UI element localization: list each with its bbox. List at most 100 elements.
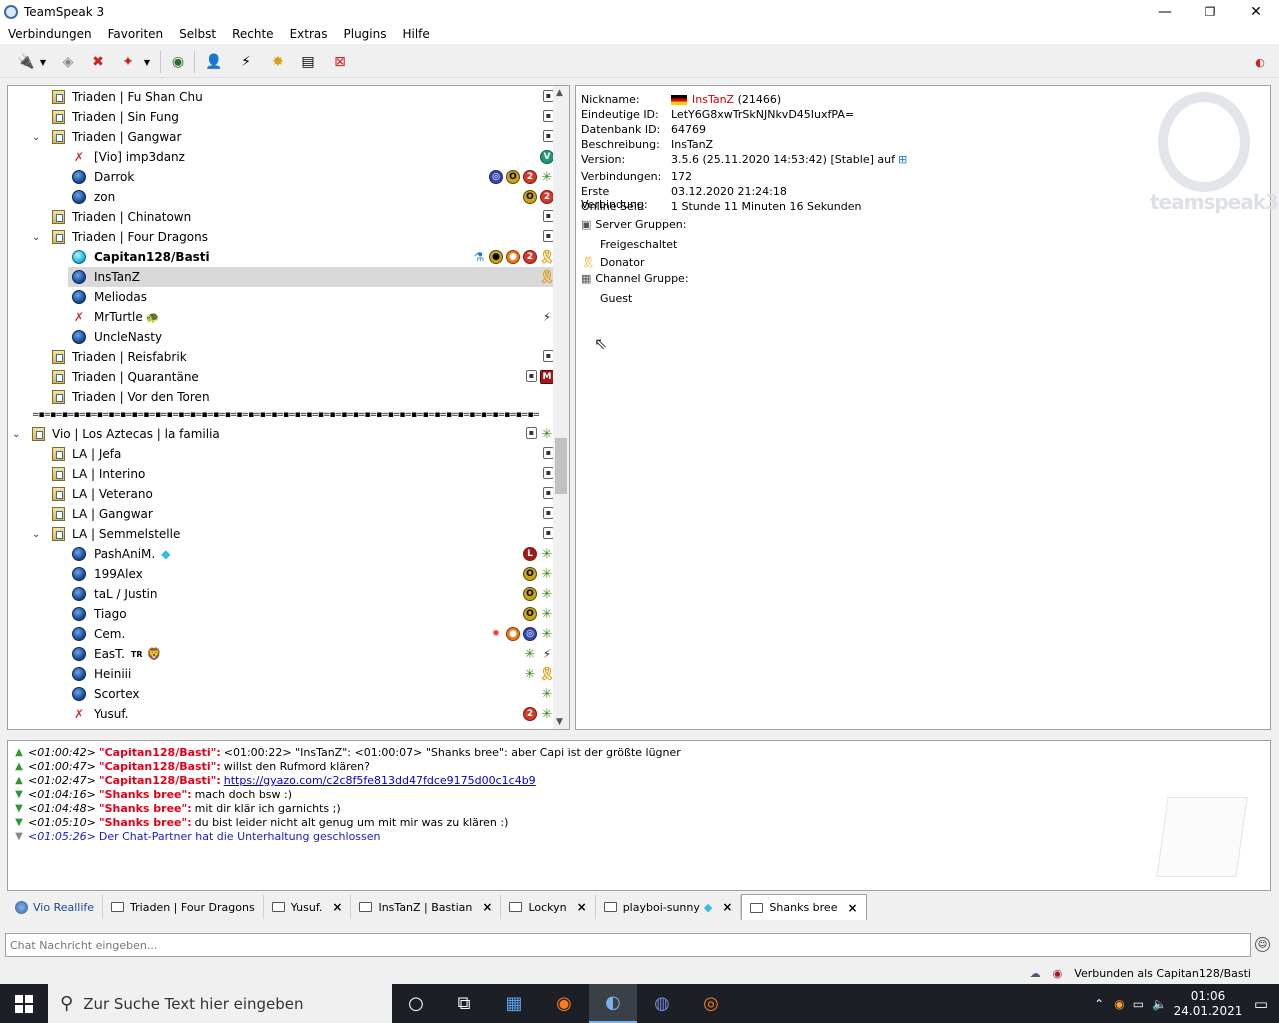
tab-private[interactable]: Lockyn ×: [501, 895, 596, 919]
close-tab-icon[interactable]: ×: [577, 900, 587, 914]
tab-vio-reallife[interactable]: Vio Reallife: [7, 895, 104, 919]
menu-rechte[interactable]: Rechte: [224, 27, 281, 41]
chat-nick[interactable]: "Shanks bree":: [99, 788, 192, 801]
store-icon[interactable]: ▦: [490, 984, 538, 1023]
menu-selbst[interactable]: Selbst: [171, 27, 224, 41]
connect-dropdown-icon[interactable]: ▼: [36, 50, 50, 74]
channel-row[interactable]: Triaden | Reisfabrik ▪: [52, 347, 554, 367]
client-row[interactable]: Scortex ✳: [72, 684, 554, 704]
channel-row[interactable]: LA | Veterano ▪: [52, 484, 554, 504]
tab-private-active[interactable]: Shanks bree ×: [741, 894, 867, 920]
menu-hilfe[interactable]: Hilfe: [394, 27, 437, 41]
emoji-icon[interactable]: ☺: [1255, 937, 1270, 952]
tray-app-icon[interactable]: ◉: [1114, 997, 1124, 1011]
channel-row[interactable]: ⌄ LA | Semmelstelle ▪: [32, 524, 554, 544]
volume-icon[interactable]: 🔈: [1152, 997, 1167, 1011]
client-row[interactable]: Heiniii ✳ 🎗: [72, 664, 555, 684]
client-row[interactable]: UncleNasty: [72, 327, 554, 347]
close-tab-icon[interactable]: ×: [332, 900, 342, 914]
client-row[interactable]: Capitan128/Basti ⚗ ● ● 2 🎗: [72, 247, 555, 267]
camera-app-icon[interactable]: ◎: [687, 984, 735, 1023]
client-row[interactable]: Tiago O ✳: [72, 604, 554, 624]
client-row[interactable]: taL / Justin O ✳: [72, 584, 554, 604]
client-row-selected[interactable]: InsTanZ 🎗: [68, 267, 555, 287]
client-row[interactable]: zon O2: [72, 187, 554, 207]
disconnect-icon[interactable]: ✖: [86, 50, 110, 74]
whisper-icon[interactable]: ⚡: [234, 50, 258, 74]
client-row[interactable]: Meliodas: [72, 287, 554, 307]
contacts-icon[interactable]: 👤: [202, 50, 226, 74]
discord-icon[interactable]: ◍: [638, 984, 686, 1023]
away-dropdown-icon[interactable]: ▼: [140, 50, 154, 74]
start-button[interactable]: [0, 984, 48, 1023]
tab-private[interactable]: InsTanZ | Bastian ×: [351, 895, 502, 919]
menu-favoriten[interactable]: Favoriten: [100, 27, 172, 41]
away-icon[interactable]: ✦: [116, 50, 140, 74]
channel-row[interactable]: Triaden | Vor den Toren: [52, 387, 554, 407]
teamspeak-taskbar-icon[interactable]: ◐: [589, 984, 637, 1023]
channel-row[interactable]: ⌄ Triaden | Gangwar ▪: [32, 127, 554, 147]
taskbar-search[interactable]: ⚲ Zur Suche Text hier eingeben: [48, 984, 392, 1023]
tab-private[interactable]: playboi-sunny ◆ ×: [596, 895, 742, 919]
cortana-icon[interactable]: ○: [392, 984, 440, 1023]
collapse-icon[interactable]: ⌄: [32, 529, 42, 540]
channel-row[interactable]: LA | Jefa ▪: [52, 444, 554, 464]
taskbar-clock[interactable]: 01:06 24.01.2021: [1173, 989, 1243, 1019]
collapse-icon[interactable]: ⌄: [12, 429, 22, 440]
close-tab-icon[interactable]: ×: [482, 900, 492, 914]
client-row[interactable]: PashAniM. ◆ L ✳: [72, 544, 554, 564]
collapse-icon[interactable]: ⌄: [32, 132, 42, 143]
client-row[interactable]: EasT. TR 🦁 ✳ ⚡: [72, 644, 554, 664]
menu-verbindungen[interactable]: Verbindungen: [0, 27, 100, 41]
notifications-icon[interactable]: ▭: [1243, 995, 1279, 1013]
alert-icon[interactable]: ✸: [266, 50, 290, 74]
channel-row[interactable]: LA | Gangwar ▪: [52, 504, 554, 524]
client-row[interactable]: Cem. ✺ ● ◎ ✳: [72, 624, 554, 644]
collapse-icon[interactable]: ⌄: [32, 232, 42, 243]
channel-row[interactable]: Triaden | Quarantäne ▪ M: [52, 367, 554, 387]
tab-channel[interactable]: Triaden | Four Dragons: [103, 895, 264, 919]
chat-nick[interactable]: "Capitan128/Basti":: [99, 746, 221, 759]
close-tab-icon[interactable]: ×: [722, 900, 732, 914]
channel-row[interactable]: LA | Interino ▪: [52, 464, 554, 484]
log-icon[interactable]: ▤: [296, 50, 320, 74]
channel-tree-scrollbar[interactable]: ▲ ▼: [553, 86, 569, 729]
channel-row[interactable]: ⌄ Vio | Los Aztecas | la familia ▪ ✳: [12, 424, 554, 444]
scroll-up-icon[interactable]: ▲: [556, 88, 563, 98]
chat-nick[interactable]: "Capitan128/Basti":: [99, 760, 221, 773]
connect-icon[interactable]: 🔌: [14, 50, 38, 74]
chat-link[interactable]: https://gyazo.com/c2c8f5fe813dd47fdce917…: [224, 774, 536, 787]
client-name: Cem.: [94, 627, 126, 641]
channel-row[interactable]: Triaden | Chinatown ▪: [52, 207, 554, 227]
tray-chevron-icon[interactable]: ⌃: [1094, 997, 1104, 1011]
client-row[interactable]: Darrok ◎ O 2 ✳: [72, 167, 554, 187]
client-row[interactable]: ✗ Yusuf. 2 ✳: [72, 704, 554, 724]
chat-input[interactable]: Chat Nachricht eingeben...: [5, 933, 1251, 957]
firefox-icon[interactable]: ◉: [540, 984, 588, 1023]
menu-extras[interactable]: Extras: [282, 27, 336, 41]
scroll-thumb[interactable]: [555, 438, 567, 494]
chat-nick[interactable]: "Capitan128/Basti":: [99, 774, 221, 787]
client-row[interactable]: ✗ MrTurtle 🐢 ⚡: [72, 307, 554, 327]
channel-row[interactable]: ⌄ Triaden | Four Dragons ▪: [32, 227, 554, 247]
close-tab-icon[interactable]: ×: [847, 901, 857, 915]
channel-row[interactable]: Triaden | Sin Fung ▪: [52, 107, 554, 127]
outgoing-arrow-icon: ▼: [15, 817, 23, 828]
minimize-button[interactable]: —: [1142, 0, 1188, 24]
network-icon[interactable]: ▭: [1133, 997, 1144, 1011]
restore-button[interactable]: ❐: [1187, 0, 1233, 24]
client-row[interactable]: ✗ [Vio] imp3danz V: [72, 147, 554, 167]
bookmark-icon[interactable]: ◈: [56, 50, 80, 74]
connections-label: Verbindungen:: [581, 170, 662, 183]
client-row[interactable]: 199Alex O ✳: [72, 564, 554, 584]
tab-private[interactable]: Yusuf. ×: [264, 895, 352, 919]
ban-icon[interactable]: ⊠: [328, 50, 352, 74]
channel-row[interactable]: Triaden | Fu Shan Chu ▪: [52, 87, 554, 107]
microphone-icon[interactable]: ◉: [166, 50, 190, 74]
chat-nick[interactable]: "Shanks bree":: [99, 802, 192, 815]
chat-nick[interactable]: "Shanks bree":: [99, 816, 192, 829]
scroll-down-icon[interactable]: ▼: [556, 717, 563, 727]
close-button[interactable]: ✕: [1233, 0, 1279, 24]
menu-plugins[interactable]: Plugins: [336, 27, 395, 41]
task-view-icon[interactable]: ⧉: [440, 984, 488, 1023]
